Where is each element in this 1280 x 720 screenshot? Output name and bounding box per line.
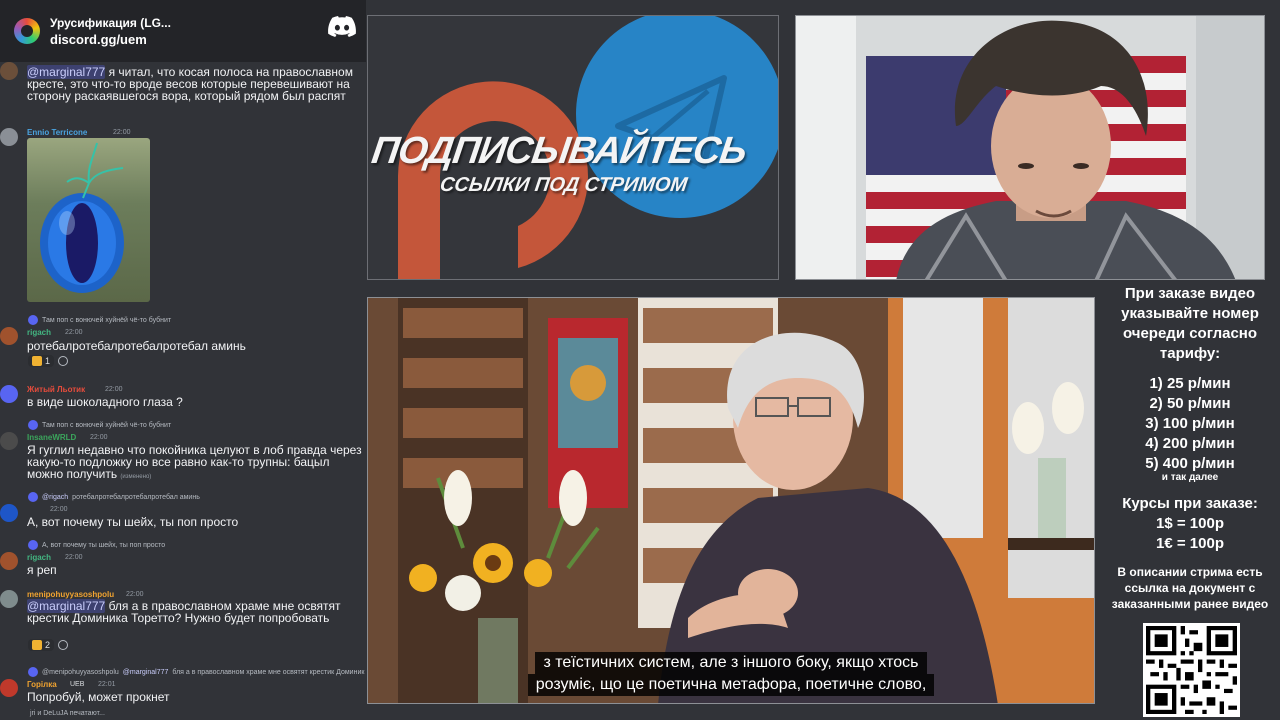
- reply-preview[interactable]: @menipohuyyasoshpolu @marginal777 бля а в …: [28, 667, 364, 677]
- video-subtitles: з теїстичних систем, але з іншого боку, …: [368, 652, 1094, 696]
- subtitle-line: розуміє, що це поетична метафора, поетич…: [527, 674, 935, 696]
- tariff-list: 1) 25 р/мин 2) 50 р/мин 3) 100 р/мин 4) …: [1100, 374, 1280, 484]
- avatar[interactable]: [0, 432, 18, 450]
- username[interactable]: rigach: [27, 328, 51, 337]
- qr-code[interactable]: [1143, 623, 1240, 717]
- avatar[interactable]: [0, 552, 18, 570]
- tariff-item: 2) 50 р/мин: [1149, 395, 1231, 412]
- username[interactable]: InsaneWRLD: [27, 433, 76, 442]
- reply-preview[interactable]: @rigach ротебалротебалротебалротебал амин…: [28, 492, 200, 502]
- reply-avatar-icon: [28, 540, 38, 550]
- course-rate: 1$ = 100р: [1156, 515, 1224, 532]
- timestamp: 22:00: [50, 506, 68, 513]
- timestamp: 22:00: [105, 386, 123, 393]
- server-invite-link[interactable]: discord.gg/uem: [50, 32, 171, 47]
- order-heading: При заказе видео указывайте номер очеред…: [1121, 285, 1259, 362]
- avatar[interactable]: [0, 327, 18, 345]
- timestamp: 22:00: [126, 591, 144, 598]
- video-scene: [368, 298, 1094, 703]
- tariff-item: 3) 100 р/мин: [1145, 415, 1235, 432]
- avatar[interactable]: [0, 504, 18, 522]
- message-text: Я гуглил недавно что покойника целуют в …: [27, 443, 362, 481]
- message-text: @marginal777 я читал, что косая полоса н…: [27, 65, 353, 103]
- subscribe-promo-panel: ПОДПИСЫВАЙТЕСЬ ССЫЛКИ ПОД СТРИМОМ: [367, 15, 779, 280]
- discord-logo-icon: [328, 16, 356, 37]
- webcam-scene: [796, 16, 1264, 279]
- username[interactable]: Ennio Terricone: [27, 128, 87, 137]
- timestamp: 22:00: [113, 129, 131, 136]
- server-banner[interactable]: Урусификация (LG... discord.gg/uem: [0, 0, 366, 62]
- promo-subtitle: ССЫЛКИ ПОД СТРИМОМ: [438, 174, 689, 196]
- timestamp: 22:01: [98, 681, 116, 688]
- message-text: я реп: [27, 563, 57, 577]
- message-text: Попробуй, может прокнет: [27, 690, 170, 704]
- reply-preview[interactable]: Там поп с вонючей хуйнёй чё-то бубнит: [28, 315, 171, 325]
- avatar[interactable]: [0, 679, 18, 697]
- reaction[interactable]: 1: [28, 355, 55, 367]
- video-player[interactable]: з теїстичних систем, але з іншого боку, …: [367, 297, 1095, 704]
- username[interactable]: Горілка: [27, 680, 57, 689]
- reply-avatar-icon: [28, 315, 38, 325]
- qr-code-icon: [1146, 626, 1237, 714]
- reply-avatar-icon: [28, 667, 38, 677]
- tariff-more-note: и так далее: [1161, 472, 1219, 483]
- stream-layout: Урусификация (LG... discord.gg/uem @marg…: [0, 0, 1280, 720]
- discord-chat-overlay: Урусификация (LG... discord.gg/uem @marg…: [0, 0, 366, 720]
- avatar[interactable]: [0, 590, 18, 608]
- reply-avatar-icon: [28, 492, 38, 502]
- reaction-bar: 2: [28, 639, 69, 651]
- server-logo-icon: [14, 18, 40, 44]
- message-text: @marginal777 бля а в православном храме …: [27, 599, 341, 625]
- message-text: в виде шоколадного глаза ?: [27, 395, 183, 409]
- webcam-feed: [795, 15, 1265, 280]
- reaction-bar: 1: [28, 355, 69, 367]
- emoji-icon: [32, 356, 42, 366]
- reply-avatar-icon: [28, 420, 38, 430]
- username[interactable]: rigach: [27, 553, 51, 562]
- username[interactable]: menipohuyyasoshpolu: [27, 590, 114, 599]
- tariff-item: 4) 200 р/мин: [1145, 435, 1235, 452]
- user-badge: UEB: [70, 681, 85, 688]
- avatar[interactable]: [0, 128, 18, 146]
- timestamp: 22:00: [90, 434, 108, 441]
- tariff-item: 1) 25 р/мин: [1149, 375, 1231, 392]
- courses-heading: Курсы при заказе:: [1122, 495, 1258, 512]
- avatar[interactable]: [0, 62, 18, 80]
- edited-label: (изменено): [120, 474, 152, 480]
- username[interactable]: Житый Льотик: [27, 385, 85, 394]
- chat-image-attachment[interactable]: [27, 138, 150, 302]
- course-rate: 1€ = 100р: [1156, 535, 1224, 552]
- reply-preview[interactable]: А, вот почему ты шейх, ты поп просто: [28, 540, 165, 550]
- message-text: А, вот почему ты шейх, ты поп просто: [27, 515, 239, 529]
- promo-title: ПОДПИСЫВАЙТЕСЬ: [369, 130, 749, 172]
- timestamp: 22:00: [65, 554, 83, 561]
- reply-preview[interactable]: Там поп с вонючей хуйнёй чё-то бубнит: [28, 420, 171, 430]
- tariff-item: 5) 400 р/мин: [1145, 455, 1235, 472]
- avatar[interactable]: [0, 385, 18, 403]
- order-info-panel: При заказе видео указывайте номер очеред…: [1100, 284, 1280, 612]
- reaction[interactable]: 2: [28, 639, 55, 651]
- add-reaction-icon[interactable]: [58, 356, 69, 366]
- subtitle-line: з теїстичних систем, але з іншого боку, …: [535, 652, 927, 674]
- add-reaction-icon[interactable]: [58, 640, 69, 650]
- emoji-icon: [32, 640, 42, 650]
- server-name: Урусификация (LG...: [50, 15, 171, 30]
- typing-indicator: jri и DeLuJA печатают...: [30, 710, 105, 717]
- message-text: ротебалротебалротебалротебал аминь: [27, 339, 246, 353]
- description-note: В описании стрима есть ссылка на докумен…: [1111, 565, 1269, 611]
- timestamp: 22:00: [65, 329, 83, 336]
